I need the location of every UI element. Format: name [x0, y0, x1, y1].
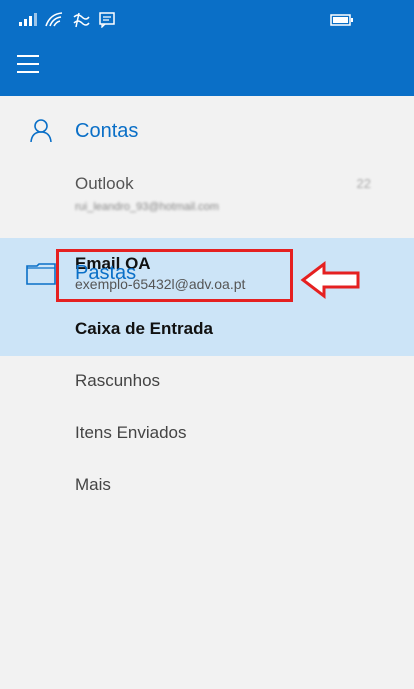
message-icon — [99, 12, 115, 28]
hamburger-icon[interactable] — [17, 55, 39, 73]
folder-item-drafts[interactable]: Rascunhos — [0, 356, 414, 408]
wifi-icon — [45, 12, 63, 27]
folder-label: Mais — [75, 475, 111, 494]
signal-icon — [19, 13, 37, 26]
battery-icon — [330, 14, 353, 26]
account-email: rui_leandro_93@hotmail.com — [75, 201, 219, 213]
accounts-section-label: Contas — [75, 120, 139, 142]
status-bar — [0, 0, 414, 40]
folder-item-sent[interactable]: Itens Enviados — [0, 408, 414, 460]
account-item-outlook[interactable]: Outlook rui_leandro_93@hotmail.com 22 — [0, 162, 414, 222]
folder-label: Caixa de Entrada — [75, 319, 213, 338]
person-icon — [30, 119, 52, 142]
folder-label: Rascunhos — [75, 371, 161, 390]
accounts-section-header: Contas — [0, 105, 414, 155]
pastas-label-row: Pastas — [0, 249, 414, 299]
folder-item-more[interactable]: Mais — [0, 460, 414, 512]
folder-icon — [26, 263, 56, 285]
folder-item-inbox[interactable]: Caixa de Entrada — [0, 304, 414, 356]
unread-count-badge: 22 — [356, 176, 371, 191]
data-icon — [73, 12, 90, 28]
folders-section-label: Pastas — [75, 262, 137, 284]
account-title: Outlook — [75, 174, 134, 193]
folder-label: Itens Enviados — [75, 423, 187, 442]
app-bar — [0, 40, 414, 96]
